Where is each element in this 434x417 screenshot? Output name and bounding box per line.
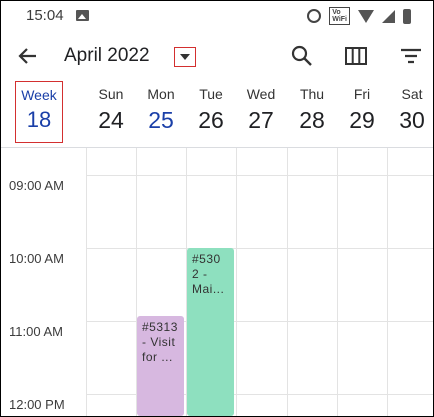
time-label: 10:00 AM — [9, 251, 64, 266]
day-name: Sat — [401, 86, 423, 102]
day-name: Sun — [98, 86, 124, 102]
columns-view-icon — [345, 47, 367, 65]
day-number: 27 — [248, 107, 274, 133]
day-number: 29 — [349, 107, 375, 133]
day-number: 30 — [399, 107, 425, 133]
filter-icon — [401, 48, 421, 64]
day-column-fri[interactable]: Fri 29 — [337, 81, 387, 134]
event-card[interactable]: #530 2 - Mai... — [187, 248, 234, 416]
month-dropdown-button[interactable] — [174, 47, 196, 67]
day-number: 26 — [198, 107, 224, 133]
dropdown-icon — [180, 54, 190, 60]
day-name: Fri — [353, 86, 371, 102]
image-icon — [76, 10, 89, 21]
grid-line — [86, 175, 433, 176]
filter-button[interactable] — [398, 43, 424, 69]
day-number: 28 — [299, 107, 325, 133]
grid-line — [337, 148, 338, 416]
back-arrow-icon — [18, 48, 36, 64]
day-column-mon[interactable]: Mon 25 — [136, 81, 186, 134]
back-button[interactable] — [15, 43, 41, 69]
day-number-today: 25 — [148, 107, 174, 133]
app-frame: 15:04 Vo WiFi April 2022 Week 18 Sun 24 … — [0, 0, 434, 417]
time-label: 11:00 AM — [9, 324, 63, 339]
day-column-tue[interactable]: Tue 26 — [186, 81, 236, 134]
wifi-icon — [358, 9, 374, 23]
status-time: 15:04 — [26, 7, 64, 24]
day-name: Mon — [147, 86, 175, 102]
week-header: Week 18 Sun 24 Mon 25 Tue 26 Wed 27 Thu … — [1, 81, 433, 148]
columns-view-button[interactable] — [343, 43, 369, 69]
month-title[interactable]: April 2022 — [64, 45, 150, 67]
week-label: Week — [21, 87, 57, 103]
grid-line — [86, 148, 87, 416]
event-card[interactable]: #5313 - Visit for ... — [137, 316, 184, 416]
week-number: 18 — [26, 107, 52, 132]
time-label: 09:00 AM — [9, 178, 64, 193]
week-number-box[interactable]: Week 18 — [15, 81, 63, 143]
grid-line — [387, 148, 388, 416]
toolbar: April 2022 — [1, 37, 433, 77]
grid-line — [86, 248, 433, 249]
time-label: 12:00 PM — [9, 397, 65, 412]
time-grid[interactable]: 09:00 AM 10:00 AM 11:00 AM 12:00 PM #530… — [1, 148, 433, 416]
grid-line — [236, 148, 237, 416]
status-bar: 15:04 Vo WiFi — [1, 1, 433, 31]
grid-line — [287, 148, 288, 416]
alarm-icon — [307, 9, 322, 23]
day-column-sun[interactable]: Sun 24 — [86, 81, 136, 134]
day-name: Wed — [246, 86, 276, 102]
search-icon — [291, 45, 312, 66]
day-number: 24 — [98, 107, 124, 133]
day-column-sat[interactable]: Sat 30 — [387, 81, 433, 134]
signal-icon — [382, 9, 395, 23]
day-column-thu[interactable]: Thu 28 — [287, 81, 337, 134]
day-column-wed[interactable]: Wed 27 — [236, 81, 286, 134]
day-name: Thu — [299, 86, 325, 102]
search-button[interactable] — [289, 43, 315, 69]
volte-wifi-icon: Vo WiFi — [329, 7, 350, 25]
battery-icon — [403, 8, 411, 24]
status-icons: Vo WiFi — [307, 7, 411, 25]
day-name: Tue — [199, 86, 223, 102]
